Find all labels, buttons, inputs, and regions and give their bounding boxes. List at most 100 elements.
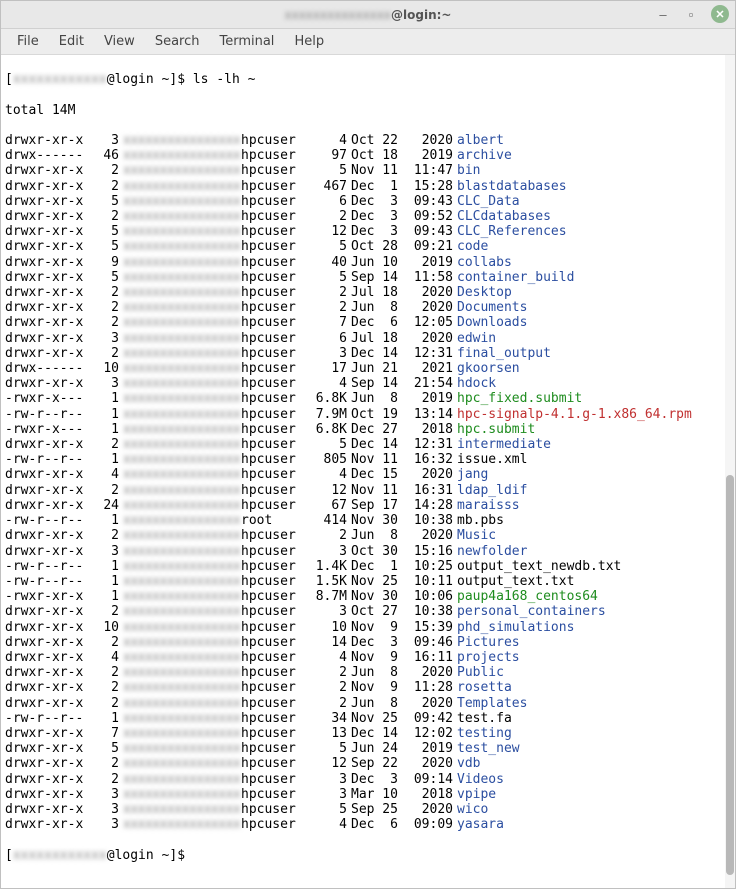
filename: output_text_newdb.txt [457, 559, 621, 574]
owner-blurred: xxxxxxxxxxxxxxxx [123, 285, 241, 300]
date: Sep 17 [351, 498, 405, 513]
scrollbar-track[interactable] [725, 55, 735, 888]
size: 6 [305, 194, 347, 209]
permissions: -rw-r--r-- [5, 574, 93, 589]
link-count: 1 [93, 589, 119, 604]
menu-edit[interactable]: Edit [49, 31, 94, 52]
group: hpcuser [241, 802, 305, 817]
listing-row: drwxr-xr-x24xxxxxxxxxxxxxxxxhpcuser67Sep… [5, 498, 731, 513]
listing-row: -rwxr-x---1xxxxxxxxxxxxxxxxhpcuser6.8KDe… [5, 422, 731, 437]
group: hpcuser [241, 559, 305, 574]
minimize-button[interactable]: – [655, 6, 671, 22]
menu-terminal[interactable]: Terminal [209, 31, 284, 52]
filename: jang [457, 467, 488, 482]
link-count: 9 [93, 255, 119, 270]
filename: final_output [457, 346, 551, 361]
permissions: drwxr-xr-x [5, 650, 93, 665]
date: Dec 14 [351, 437, 405, 452]
date: Jun 8 [351, 665, 405, 680]
close-button[interactable]: ✕ [711, 5, 729, 23]
link-count: 2 [93, 315, 119, 330]
group: hpcuser [241, 620, 305, 635]
filename: hpc.submit [457, 422, 535, 437]
permissions: -rwxr-xr-x [5, 589, 93, 604]
size: 2 [305, 300, 347, 315]
permissions: drwxr-xr-x [5, 802, 93, 817]
listing-row: drwxr-xr-x2xxxxxxxxxxxxxxxxhpcuser5Dec 1… [5, 437, 731, 452]
listing-row: -rw-r--r--1xxxxxxxxxxxxxxxxhpcuser7.9MOc… [5, 407, 731, 422]
time: 12:31 [405, 437, 453, 452]
menu-help[interactable]: Help [284, 31, 334, 52]
owner-blurred: xxxxxxxxxxxxxxxx [123, 741, 241, 756]
scrollbar-thumb[interactable] [726, 475, 734, 875]
filename: code [457, 239, 488, 254]
listing-row: drwxr-xr-x2xxxxxxxxxxxxxxxxhpcuser14Dec … [5, 635, 731, 650]
date: Nov 9 [351, 650, 405, 665]
terminal-output[interactable]: [xxxxxxxxxxxx@login ~]$ ls -lh ~ total 1… [1, 55, 735, 888]
permissions: drwxr-xr-x [5, 620, 93, 635]
owner-blurred: xxxxxxxxxxxxxxxx [123, 513, 241, 528]
terminal-window: xxxxxxxxxxxxxxx@login:~ – ▫ ✕ File Edit … [0, 0, 736, 889]
group: hpcuser [241, 224, 305, 239]
listing-row: -rw-r--r--1xxxxxxxxxxxxxxxxhpcuser1.5KNo… [5, 574, 731, 589]
filename: Public [457, 665, 504, 680]
permissions: drwxr-xr-x [5, 817, 93, 832]
filename: wico [457, 802, 488, 817]
size: 467 [305, 179, 347, 194]
time: 10:06 [405, 589, 453, 604]
filename: hpc_fixed.submit [457, 391, 582, 406]
time: 11:47 [405, 163, 453, 178]
permissions: drwxr-xr-x [5, 224, 93, 239]
listing-row: drwxr-xr-x9xxxxxxxxxxxxxxxxhpcuser40Jun … [5, 255, 731, 270]
group: hpcuser [241, 589, 305, 604]
size: 6.8K [305, 391, 347, 406]
menu-view[interactable]: View [94, 31, 145, 52]
group: hpcuser [241, 528, 305, 543]
filename: rosetta [457, 680, 512, 695]
time: 10:25 [405, 559, 453, 574]
date: Dec 3 [351, 772, 405, 787]
listing-row: -rwxr-x---1xxxxxxxxxxxxxxxxhpcuser6.8KJu… [5, 391, 731, 406]
filename: output_text.txt [457, 574, 574, 589]
time: 16:11 [405, 650, 453, 665]
filename: Desktop [457, 285, 512, 300]
time: 10:38 [405, 513, 453, 528]
link-count: 3 [93, 544, 119, 559]
permissions: drwxr-xr-x [5, 300, 93, 315]
size: 8.7M [305, 589, 347, 604]
filename: mb.pbs [457, 513, 504, 528]
size: 4 [305, 817, 347, 832]
date: Jun 8 [351, 528, 405, 543]
maximize-button[interactable]: ▫ [683, 6, 699, 22]
time: 12:31 [405, 346, 453, 361]
menu-search[interactable]: Search [145, 31, 210, 52]
owner-blurred: xxxxxxxxxxxxxxxx [123, 559, 241, 574]
time: 2020 [405, 665, 453, 680]
size: 3 [305, 544, 347, 559]
size: 12 [305, 756, 347, 771]
time: 09:21 [405, 239, 453, 254]
owner-blurred: xxxxxxxxxxxxxxxx [123, 604, 241, 619]
permissions: drwx------ [5, 148, 93, 163]
menu-file[interactable]: File [7, 31, 49, 52]
link-count: 3 [93, 376, 119, 391]
filename: testing [457, 726, 512, 741]
filename: personal_containers [457, 604, 606, 619]
size: 2 [305, 665, 347, 680]
date: Dec 1 [351, 179, 405, 194]
size: 414 [305, 513, 347, 528]
date: Dec 15 [351, 467, 405, 482]
date: Oct 19 [351, 407, 405, 422]
permissions: drwxr-xr-x [5, 787, 93, 802]
link-count: 1 [93, 559, 119, 574]
date: Jun 8 [351, 391, 405, 406]
listing-row: drwxr-xr-x3xxxxxxxxxxxxxxxxhpcuser4Dec 6… [5, 817, 731, 832]
link-count: 2 [93, 346, 119, 361]
time: 2020 [405, 467, 453, 482]
permissions: drwxr-xr-x [5, 772, 93, 787]
time: 14:28 [405, 498, 453, 513]
filename: Music [457, 528, 496, 543]
listing-row: drwxr-xr-x2xxxxxxxxxxxxxxxxhpcuser3Dec 3… [5, 772, 731, 787]
owner-blurred: xxxxxxxxxxxxxxxx [123, 772, 241, 787]
filename: yasara [457, 817, 504, 832]
